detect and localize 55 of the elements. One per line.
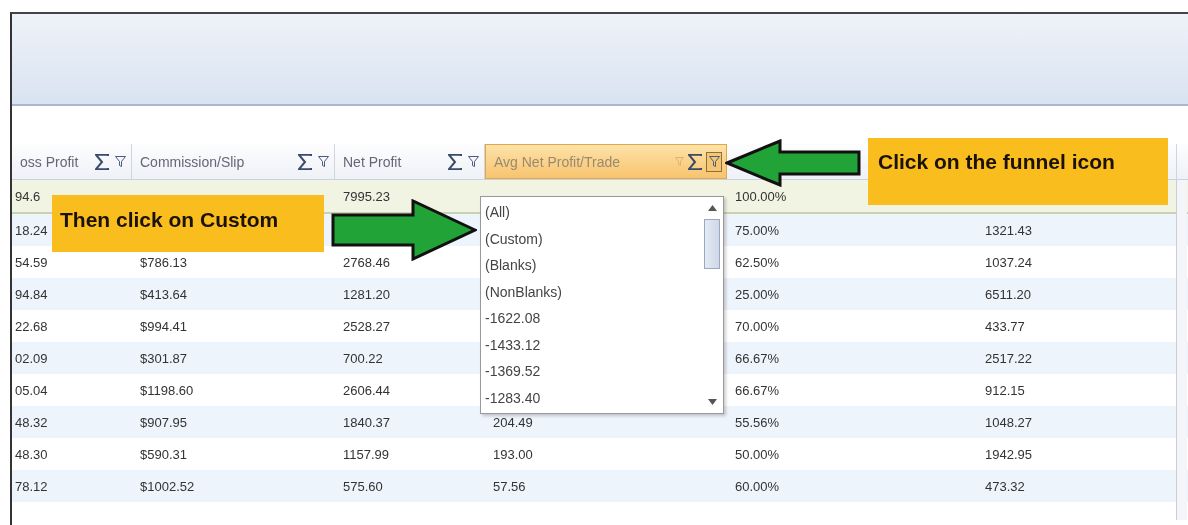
table-cell: 193.00: [493, 446, 533, 462]
column-title: Avg Net Profit/Trade: [494, 153, 622, 170]
column-title: Commission/Slip: [140, 153, 246, 170]
table-cell: 700.22: [343, 350, 383, 366]
table-cell: $907.95: [140, 414, 187, 430]
table-cell: 2606.44: [343, 382, 390, 398]
table-cell: 1048.27: [985, 414, 1032, 430]
table-cell: 7995.23: [343, 188, 390, 204]
table-cell: 94.84: [15, 286, 48, 302]
table-cell: $994.41: [140, 318, 187, 334]
table-cell: 22.68: [15, 318, 48, 334]
table-cell: 912.15: [985, 382, 1025, 398]
column-title: Net Profit: [343, 153, 403, 170]
table-cell: 57.56: [493, 478, 526, 494]
table-cell: 66.67%: [735, 382, 780, 398]
table-cell: $786.13: [140, 254, 187, 270]
table-cell: $301.87: [140, 350, 187, 366]
column-title: oss Profit: [20, 153, 80, 170]
table-cell: 473.32: [985, 478, 1025, 494]
callout-tooltip: Click on the funnel icon: [868, 138, 1168, 205]
table-cell: 55.56%: [735, 414, 780, 430]
table-cell: 54.59: [15, 254, 48, 270]
table-cell: 1942.95: [985, 446, 1032, 462]
table-cell: 70.00%: [735, 318, 780, 334]
table-cell: $413.64: [140, 286, 187, 302]
table-cell: 6511.20: [985, 286, 1032, 302]
table-cell: 1037.24: [985, 254, 1032, 270]
table-cell: 50.00%: [735, 446, 780, 462]
table-cell: 1321.43: [985, 222, 1032, 238]
table-cell: $1002.52: [140, 478, 195, 494]
table-cell: 94.6: [15, 188, 41, 204]
table-cell: $590.31: [140, 446, 187, 462]
table-cell: 2517.22: [985, 350, 1032, 366]
table-cell: 75.00%: [735, 222, 780, 238]
table-cell: 48.30: [15, 446, 48, 462]
table-cell: 48.32: [15, 414, 48, 430]
table-cell: 100.00%: [735, 188, 787, 204]
table-cell: 433.77: [985, 318, 1025, 334]
callout-tooltip: Then click on Custom: [52, 195, 324, 252]
table-cell: 78.12: [15, 478, 48, 494]
table-cell: 2768.46: [343, 254, 390, 270]
table-cell: 2528.27: [343, 318, 390, 334]
table-cell: 62.50%: [735, 254, 780, 270]
table-cell: 204.49: [493, 414, 533, 430]
table-cell: 66.67%: [735, 350, 780, 366]
table-cell: $1198.60: [140, 382, 194, 398]
table-cell: 18.24: [15, 222, 48, 238]
table-cell: 25.00%: [735, 286, 780, 302]
table-cell: 1281.20: [343, 286, 390, 302]
table-cell: 05.04: [15, 382, 48, 398]
table-cell: 1157.99: [343, 446, 390, 462]
table-cell: 575.60: [343, 478, 383, 494]
table-cell: 1840.37: [343, 414, 390, 430]
table-cell: 60.00%: [735, 478, 780, 494]
table-cell: 02.09: [15, 350, 48, 366]
